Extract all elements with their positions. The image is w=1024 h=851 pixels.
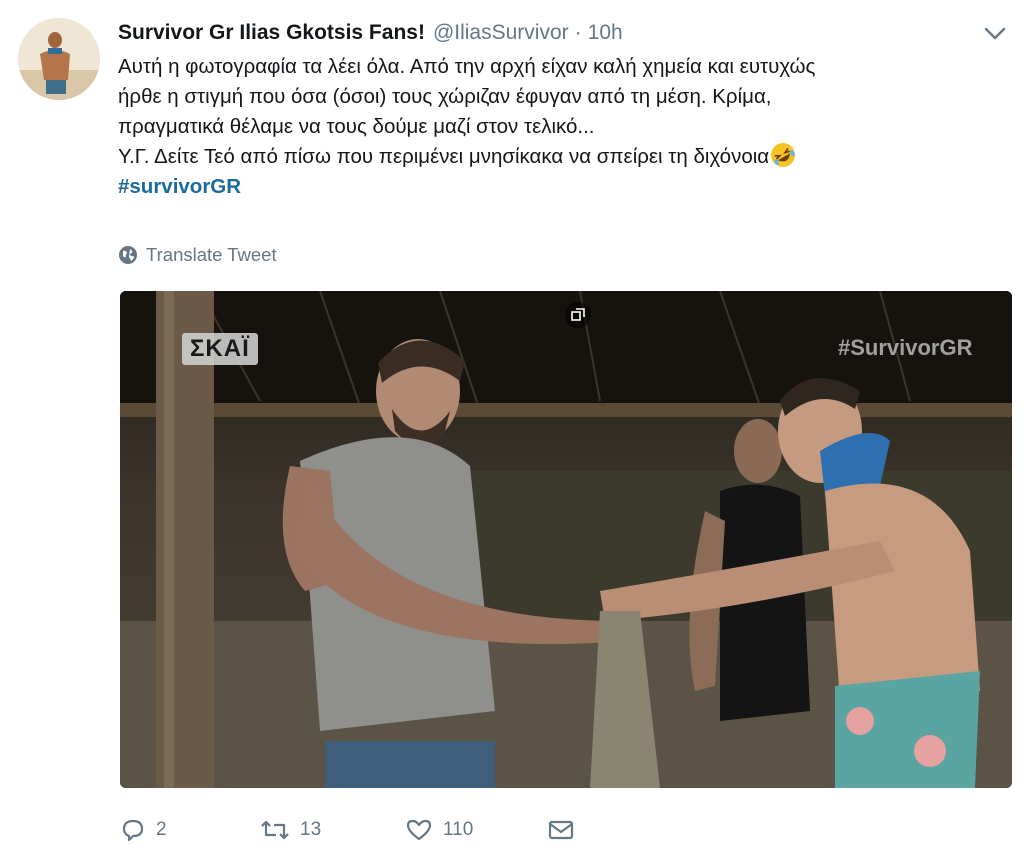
- author-name[interactable]: Survivor Gr Ilias Gkotsis Fans!: [118, 21, 425, 45]
- author-avatar[interactable]: [18, 18, 100, 100]
- tweet-timestamp[interactable]: 10h: [588, 21, 623, 45]
- globe-icon: [119, 246, 137, 264]
- retweet-button[interactable]: 13: [260, 818, 405, 842]
- direct-message-button[interactable]: [547, 818, 585, 842]
- hashtag-link[interactable]: #survivorGR: [118, 175, 241, 198]
- retweet-icon: [261, 820, 289, 840]
- like-button[interactable]: 110: [405, 818, 547, 842]
- avatar-image: [18, 18, 100, 100]
- reply-button[interactable]: 2: [120, 818, 260, 842]
- heart-icon: [406, 819, 432, 841]
- tweet-text-line: ήρθε η στιγμή που όσα (όσοι) τους χώριζα…: [118, 85, 772, 108]
- tweet-header: Survivor Gr Ilias Gkotsis Fans! @IliasSu…: [118, 18, 623, 48]
- reply-icon: [122, 819, 144, 842]
- envelope-icon: [548, 820, 574, 840]
- tweet-hashtag-line: #survivorGR: [118, 172, 998, 202]
- translate-label: Translate Tweet: [146, 244, 277, 265]
- separator-dot: ·: [574, 21, 582, 44]
- tweet-media[interactable]: ΣΚΑΪ #SurvivorGR: [120, 291, 1012, 788]
- like-count: 110: [443, 819, 474, 840]
- media-image: [120, 291, 1012, 788]
- translate-tweet-link[interactable]: Translate Tweet: [118, 242, 277, 268]
- tweet-text-line-with-emoji: Υ.Γ. Δείτε Τεό από πίσω που περιμένει μν…: [118, 142, 998, 172]
- tweet-text-line: πραγματικά θέλαμε να τους δούμε μαζί στο…: [118, 115, 595, 138]
- tweet-text-line: Αυτή η φωτογραφία τα λέει όλα. Από την α…: [118, 55, 816, 78]
- tweet-body: Αυτή η φωτογραφία τα λέει όλα. Από την α…: [118, 52, 998, 202]
- retweet-count: 13: [300, 819, 322, 840]
- author-handle[interactable]: @IliasSurvivor: [433, 21, 569, 45]
- reply-count: 2: [156, 819, 167, 840]
- media-badge-icon: [565, 302, 591, 328]
- hashtag-watermark: #SurvivorGR: [838, 335, 973, 360]
- more-options-chevron-down-icon[interactable]: [980, 20, 1010, 46]
- channel-logo: ΣΚΑΪ: [182, 333, 258, 365]
- tweet-text-line: Υ.Γ. Δείτε Τεό από πίσω που περιμένει μν…: [118, 145, 770, 168]
- rolling-on-floor-laughing-emoji-icon: [770, 142, 796, 168]
- tweet-actions: 2 13 110: [120, 812, 585, 848]
